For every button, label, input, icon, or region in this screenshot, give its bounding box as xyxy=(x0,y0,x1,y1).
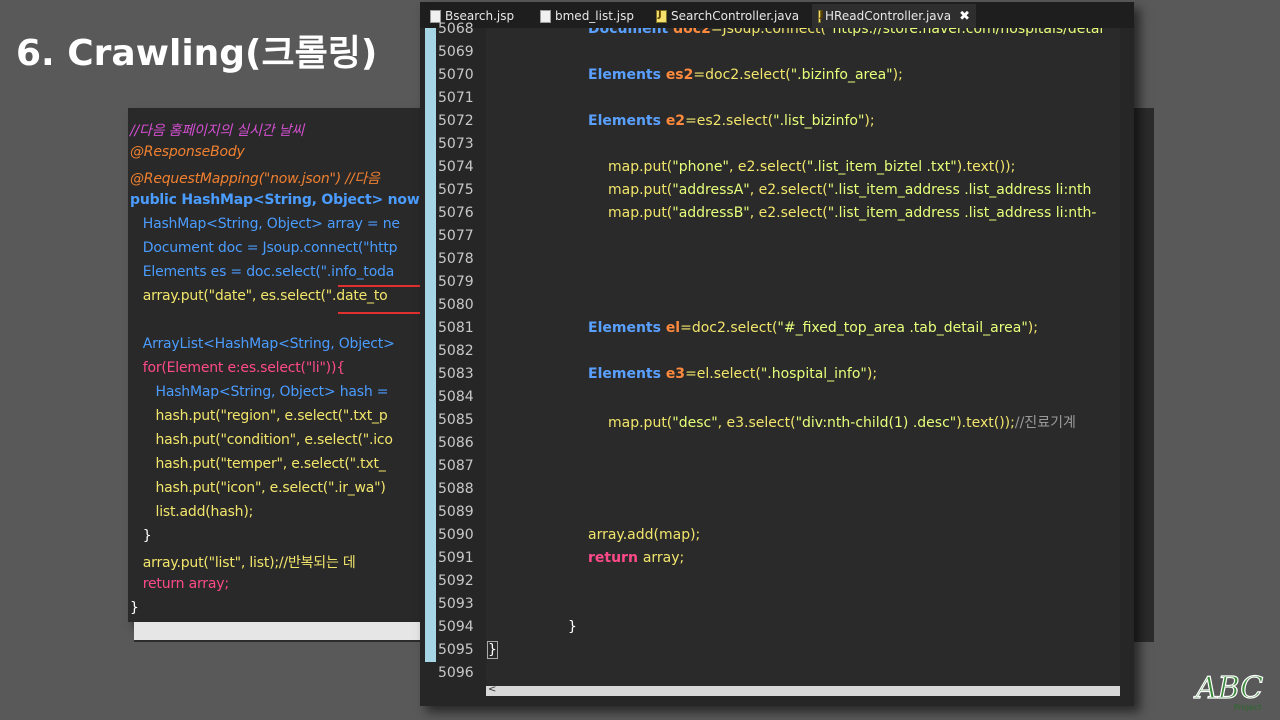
bg-code-line: return array; xyxy=(130,576,229,592)
bg-code-line: HashMap<String, Object> array = ne xyxy=(130,216,400,232)
tab-hreadcontroller-java[interactable]: HReadController.java ✖ xyxy=(812,4,976,28)
gutter-marker-bar xyxy=(425,28,436,662)
line-number: 5086 xyxy=(438,435,474,451)
bg-code-line: } xyxy=(130,600,139,616)
horizontal-scrollbar[interactable]: < xyxy=(486,684,1120,696)
bg-code-line: Document doc = Jsoup.connect("http xyxy=(130,240,398,256)
line-number: 5082 xyxy=(438,343,474,359)
abc-project-logo: ABC Project xyxy=(1192,670,1263,712)
line-number: 5081 xyxy=(438,320,474,336)
code-line-5090: array.add(map); xyxy=(588,527,701,543)
bg-code-line: public HashMap<String, Object> now() xyxy=(130,192,428,208)
java-file-icon xyxy=(656,9,667,23)
code-line-5070: Elements es2=doc2.select(".bizinfo_area"… xyxy=(588,67,903,83)
line-number: 5093 xyxy=(438,596,474,612)
close-icon[interactable]: ✖ xyxy=(959,9,970,24)
bg-code-line: array.put("date", es.select(".date_to xyxy=(130,288,388,304)
tab-label: HReadController.java xyxy=(825,9,952,23)
code-area[interactable]: Document doc2=Jsoup.connect("https://sto… xyxy=(486,28,1120,686)
slide-title: 6. Crawling(크롤링) xyxy=(16,33,378,74)
logo-text: ABC xyxy=(1193,671,1263,706)
line-number: 5096 xyxy=(438,665,474,681)
line-number: 5084 xyxy=(438,389,474,405)
logo-subtext: Project xyxy=(1234,703,1261,712)
line-number: 5070 xyxy=(438,67,474,83)
line-number: 5073 xyxy=(438,136,474,152)
line-number: 5071 xyxy=(438,90,474,106)
code-line-5074: map.put("phone", e2.select(".list_item_b… xyxy=(608,159,1016,175)
scroll-left-icon[interactable]: < xyxy=(488,684,496,695)
editor-tab-bar: Bsearch.jsp bmed_list.jsp SearchControll… xyxy=(420,2,1134,28)
line-number: 5083 xyxy=(438,366,474,382)
bg-code-line: for(Element e:es.select("li")){ xyxy=(130,360,345,376)
line-number: 5068 xyxy=(438,21,474,37)
line-number: 5078 xyxy=(438,251,474,267)
line-number: 5090 xyxy=(438,527,474,543)
underline-mark xyxy=(338,285,428,287)
line-number: 5094 xyxy=(438,619,474,635)
bg-code-line: hash.put("icon", e.select(".ir_wa") xyxy=(130,480,386,496)
bg-code-line: hash.put("region", e.select(".txt_p xyxy=(130,408,388,424)
bg-code-line: Elements es = doc.select(".info_toda xyxy=(130,264,395,280)
line-number: 5087 xyxy=(438,458,474,474)
bg-code-line: HashMap<String, Object> hash = xyxy=(130,384,389,400)
tab-label: SearchController.java xyxy=(671,9,800,23)
tab-label: bmed_list.jsp xyxy=(555,9,634,23)
bg-code-line: //다음 홈페이지의 실시간 날씨 xyxy=(130,123,304,139)
line-number: 5095 xyxy=(438,642,474,658)
underline-mark xyxy=(338,312,428,314)
code-line-5091: return array; xyxy=(588,550,685,566)
bg-code-line: @ResponseBody xyxy=(130,144,245,160)
bg-code-line: @RequestMapping("now.json") //다음 xyxy=(130,171,380,187)
line-number: 5088 xyxy=(438,481,474,497)
line-number: 5085 xyxy=(438,412,474,428)
line-number: 5079 xyxy=(438,274,474,290)
bg-code-line: array.put("list", list);//반복되는 데 xyxy=(130,555,356,571)
background-bottom-strip xyxy=(134,622,428,640)
line-number: 5092 xyxy=(438,573,474,589)
line-number: 5074 xyxy=(438,159,474,175)
code-line-5083: Elements e3=el.select(".hospital_info"); xyxy=(588,366,878,382)
code-line-5076: map.put("addressB", e2.select(".list_ite… xyxy=(608,205,1097,221)
line-number: 5075 xyxy=(438,182,474,198)
code-line-5085: map.put("desc", e3.select("div:nth-child… xyxy=(608,415,1076,431)
bg-code-line: hash.put("temper", e.select(".txt_ xyxy=(130,456,386,472)
line-number-gutter: 5068 5069 5070 5071 5072 5073 5074 5075 … xyxy=(436,21,486,696)
background-code-screenshot: //다음 홈페이지의 실시간 날씨 @ResponseBody @Request… xyxy=(128,108,428,622)
code-line-5081: Elements el=doc2.select("#_fixed_top_are… xyxy=(588,320,1038,336)
code-line-5072: Elements e2=es2.select(".list_bizinfo"); xyxy=(588,113,875,129)
line-number: 5069 xyxy=(438,44,474,60)
line-number: 5072 xyxy=(438,113,474,129)
bg-code-line: hash.put("condition", e.select(".ico xyxy=(130,432,393,448)
java-file-icon xyxy=(818,9,824,23)
bg-code-line: list.add(hash); xyxy=(130,504,254,520)
tab-bmed-list-jsp[interactable]: bmed_list.jsp xyxy=(534,4,644,28)
code-line-5075: map.put("addressA", e2.select(".list_ite… xyxy=(608,182,1092,198)
line-number: 5076 xyxy=(438,205,474,221)
code-line-5095: } xyxy=(487,641,498,659)
code-editor-window: Bsearch.jsp bmed_list.jsp SearchControll… xyxy=(420,2,1134,706)
code-line-5094: } xyxy=(568,619,577,635)
code-line-5068: Document doc2=Jsoup.connect("https://sto… xyxy=(588,28,1104,37)
line-number: 5080 xyxy=(438,297,474,313)
jsp-file-icon xyxy=(540,9,551,23)
line-number: 5089 xyxy=(438,504,474,520)
line-number: 5077 xyxy=(438,228,474,244)
bg-code-line: ArrayList<HashMap<String, Object> xyxy=(130,336,395,352)
line-number: 5091 xyxy=(438,550,474,566)
tab-searchcontroller-java[interactable]: SearchController.java xyxy=(650,4,808,28)
bg-code-line: } xyxy=(130,528,152,544)
